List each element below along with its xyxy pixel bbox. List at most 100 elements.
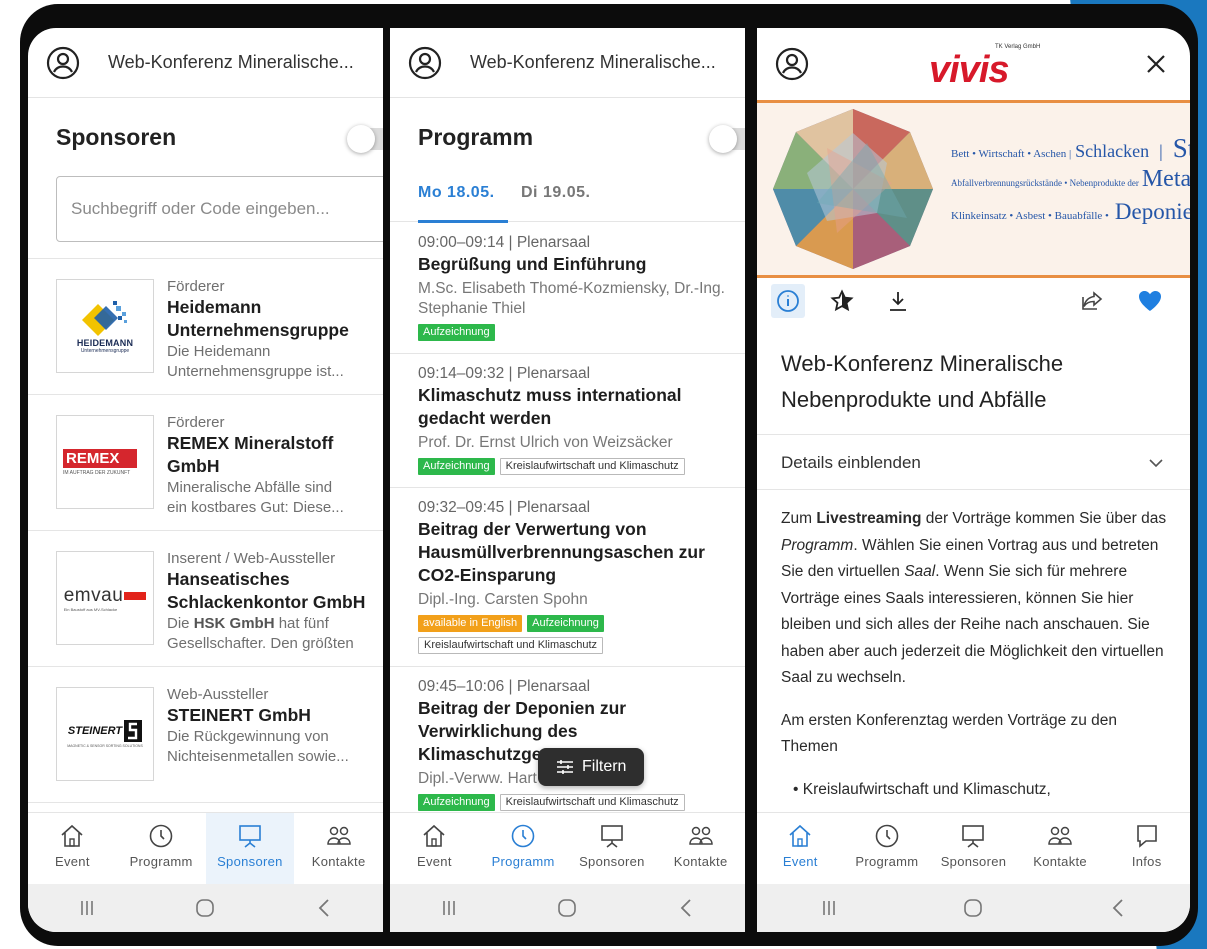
logo-red-bar — [124, 591, 147, 600]
session-item[interactable]: 09:00–09:14 | Plenarsaal Begrüßung und E… — [390, 223, 745, 354]
banner-text-small: Abfallverbrennungsrückstände • Nebenprod… — [951, 178, 1139, 188]
recent-apps-icon[interactable] — [75, 896, 99, 920]
logo-wordmark: REMEX — [63, 448, 138, 468]
tag-english: available in English — [418, 615, 523, 632]
sponsor-logo-steinert: STEINERT MAGNETIC & SENSOR SORTING SOLUT… — [56, 687, 154, 781]
tag-topic: Kreislaufwirtschaft und Klimaschutz — [499, 794, 685, 811]
nav-kontakte[interactable]: Kontakte — [1017, 813, 1104, 884]
details-label: Details einblenden — [781, 453, 921, 472]
back-icon[interactable] — [1106, 896, 1130, 920]
favorites-toggle[interactable] — [347, 125, 383, 153]
nav-programm[interactable]: Programm — [844, 813, 931, 884]
banner-text-mid: Schlacken — [1075, 141, 1150, 161]
nav-event[interactable]: Event — [390, 813, 479, 884]
sponsor-item-heidemann[interactable]: HEIDEMANN Unternehmensgruppe Förderer He… — [28, 259, 383, 395]
program-link[interactable]: Programm — [781, 537, 853, 554]
top-bar: Web-Konferenz Mineralische... — [28, 28, 383, 98]
heidemann-logo-mark — [82, 301, 127, 336]
phone-frame: Web-Konferenz Mineralische... Sponsoren … — [20, 4, 1198, 946]
search-input[interactable]: Suchbegriff oder Code eingeben... — [56, 176, 383, 242]
banner-star-graphic — [773, 109, 933, 269]
heart-button[interactable] — [1133, 284, 1167, 318]
logo-wordmark: emvau — [63, 584, 124, 606]
sponsor-description: Die Rückgewinnung von Nichteisenmetallen … — [167, 727, 379, 767]
heart-icon — [1139, 291, 1161, 311]
session-tags: Aufzeichnung Kreislaufwirtschaft und Kli… — [418, 458, 739, 475]
banner-text-big: Deponiebedarf — [1114, 199, 1190, 224]
download-button[interactable] — [881, 284, 915, 318]
recent-apps-icon[interactable] — [437, 896, 461, 920]
sponsor-name-line: Hanseatisches — [167, 569, 290, 589]
banner-topics: Bett • Wirtschaft • Aschen | Schlacken |… — [951, 133, 1190, 225]
banner-text-small: Klinkeinsatz • Asbest • Bauabfälle • — [951, 210, 1109, 222]
sponsor-item-steinert[interactable]: STEINERT MAGNETIC & SENSOR SORTING SOLUT… — [28, 667, 383, 803]
tab-day-1[interactable]: Mo 18.05. — [418, 184, 495, 202]
nav-sponsoren[interactable]: Sponsoren — [205, 813, 295, 884]
session-item[interactable]: 09:32–09:45 | Plenarsaal Beitrag der Ver… — [390, 488, 745, 667]
top-bar: TK Verlag GmbH vivis — [757, 28, 1190, 100]
nav-kontakte[interactable]: Kontakte — [294, 813, 383, 884]
chevron-down-icon — [1149, 459, 1163, 468]
nav-programm[interactable]: Programm — [479, 813, 568, 884]
filter-button[interactable]: Filtern — [538, 748, 645, 786]
session-tags: available in English Aufzeichnung Kreisl… — [418, 615, 739, 654]
section-header: Programm — [390, 98, 745, 174]
clock-icon — [149, 824, 173, 848]
event-description: Zum Livestreaming der Vorträge kommen Si… — [781, 506, 1170, 803]
details-expander[interactable]: Details einblenden — [757, 434, 1190, 490]
tag-recording: Aufzeichnung — [418, 324, 495, 341]
sponsor-item-hsk[interactable]: emvau Ein Baustoff aus MV-Schlacke Inser… — [28, 531, 383, 667]
banner-text-small: Bett • Wirtschaft • Aschen | — [951, 148, 1072, 160]
session-item[interactable]: 09:14–09:32 | Plenarsaal Klimaschutz mus… — [390, 354, 745, 488]
home-button-icon[interactable] — [961, 896, 985, 920]
room-link[interactable]: Saal — [904, 563, 935, 580]
text-bold: Livestreaming — [816, 510, 922, 527]
event-screen: TK Verlag GmbH vivis Bett • Wirtschaft •… — [757, 28, 1190, 932]
system-nav-bar — [757, 884, 1190, 932]
text-part: Zum — [781, 510, 817, 527]
nav-sponsoren[interactable]: Sponsoren — [568, 813, 657, 884]
close-icon[interactable] — [1144, 52, 1168, 76]
logo-subtext: IM AUFTRAG DER ZUKUNFT — [63, 469, 131, 476]
session-item[interactable]: 09:45–10:06 | Plenarsaal Beitrag der Dep… — [390, 667, 745, 824]
tab-day-2[interactable]: Di 19.05. — [521, 184, 590, 202]
favorites-toggle[interactable] — [709, 125, 745, 153]
clock-icon — [875, 824, 899, 848]
back-icon[interactable] — [312, 896, 336, 920]
nav-sponsoren[interactable]: Sponsoren — [930, 813, 1017, 884]
nav-label: Sponsoren — [217, 854, 283, 869]
sponsor-item-remex[interactable]: REMEX IM AUFTRAG DER ZUKUNFT Förderer RE… — [28, 395, 383, 531]
nav-label: Sponsoren — [579, 854, 645, 869]
nav-label: Infos — [1131, 854, 1162, 869]
home-button-icon[interactable] — [193, 896, 217, 920]
nav-label: Event — [417, 854, 452, 869]
nav-infos[interactable]: Infos — [1103, 813, 1190, 884]
page-title: Programm — [418, 124, 534, 150]
nav-programm[interactable]: Programm — [117, 813, 206, 884]
nav-label: Kontakte — [311, 854, 366, 869]
banner-line: Bett • Wirtschaft • Aschen | Schlacken |… — [951, 133, 1190, 164]
top-bar: Web-Konferenz Mineralische... — [390, 28, 745, 98]
account-circle-icon[interactable] — [775, 47, 809, 81]
description-paragraph: Am ersten Konferenztag werden Vorträge z… — [781, 711, 1118, 756]
title-line: Hausmüllverbrennungsaschen zur — [418, 542, 705, 562]
account-circle-icon[interactable] — [408, 46, 442, 80]
sponsor-name: REMEX Mineralstoff GmbH — [167, 432, 379, 478]
home-button-icon[interactable] — [555, 896, 579, 920]
bottom-nav: Event Programm Sponsoren Kontakte — [390, 812, 745, 884]
sponsor-desc-line: Nichteisenmetallen sowie... — [167, 748, 349, 765]
presentation-icon — [239, 825, 261, 848]
info-button[interactable] — [771, 284, 805, 318]
sponsor-logo-remex: REMEX IM AUFTRAG DER ZUKUNFT — [56, 415, 154, 509]
nav-kontakte[interactable]: Kontakte — [656, 813, 745, 884]
nav-event[interactable]: Event — [28, 813, 117, 884]
sponsor-desc-part: Die — [167, 615, 194, 632]
sponsor-name-line: GmbH — [167, 456, 220, 476]
account-circle-icon[interactable] — [46, 46, 80, 80]
back-icon[interactable] — [674, 896, 698, 920]
recent-apps-icon[interactable] — [817, 896, 841, 920]
share-button[interactable] — [1075, 284, 1109, 318]
banner-text-big: Metallurgie — [1141, 166, 1190, 192]
favorite-star-button[interactable] — [825, 284, 859, 318]
nav-event[interactable]: Event — [757, 813, 844, 884]
